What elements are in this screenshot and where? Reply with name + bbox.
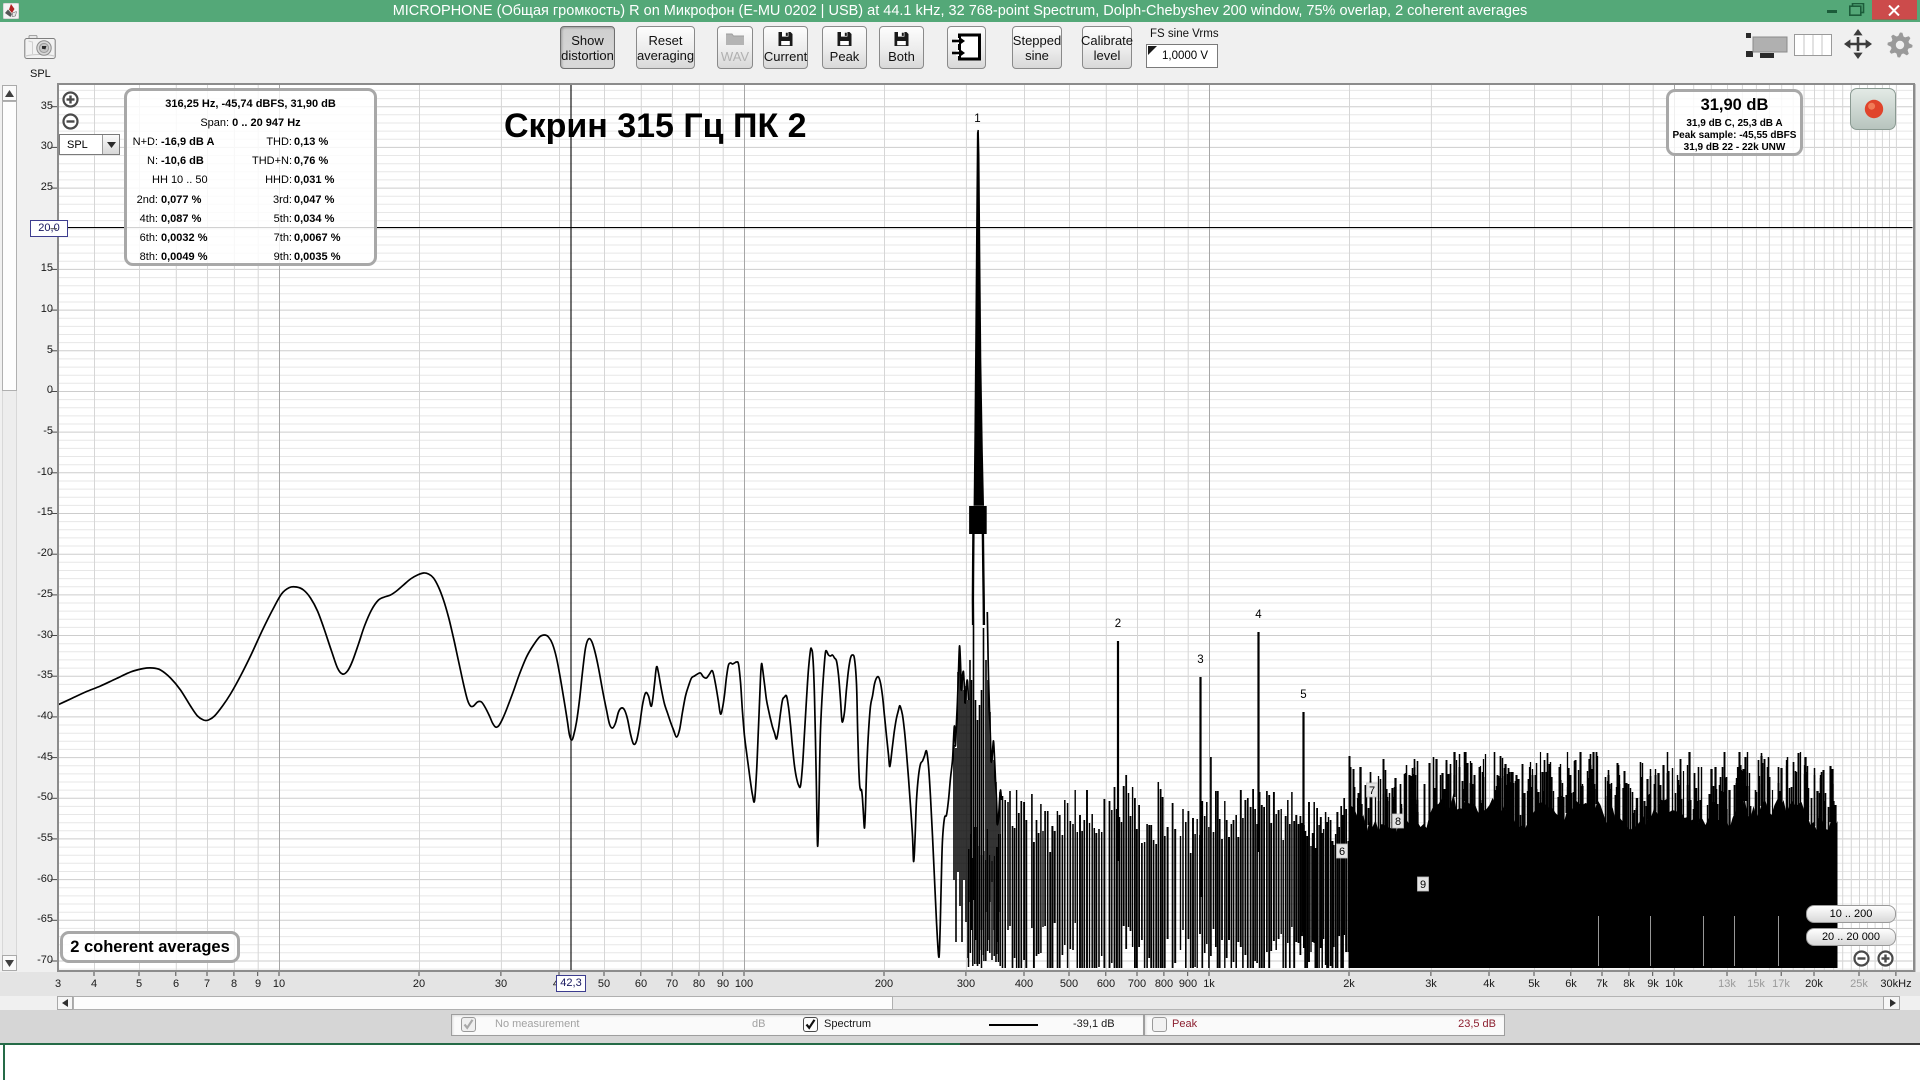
svg-text:9: 9 xyxy=(1419,879,1425,891)
svg-text:1: 1 xyxy=(974,113,980,125)
svg-text:5: 5 xyxy=(1300,689,1306,701)
svg-text:2: 2 xyxy=(1114,618,1120,630)
svg-text:3: 3 xyxy=(1197,654,1203,666)
svg-text:6: 6 xyxy=(1338,846,1344,858)
svg-text:8: 8 xyxy=(1394,816,1400,828)
svg-text:4: 4 xyxy=(1255,609,1262,621)
svg-text:7: 7 xyxy=(1368,785,1374,797)
